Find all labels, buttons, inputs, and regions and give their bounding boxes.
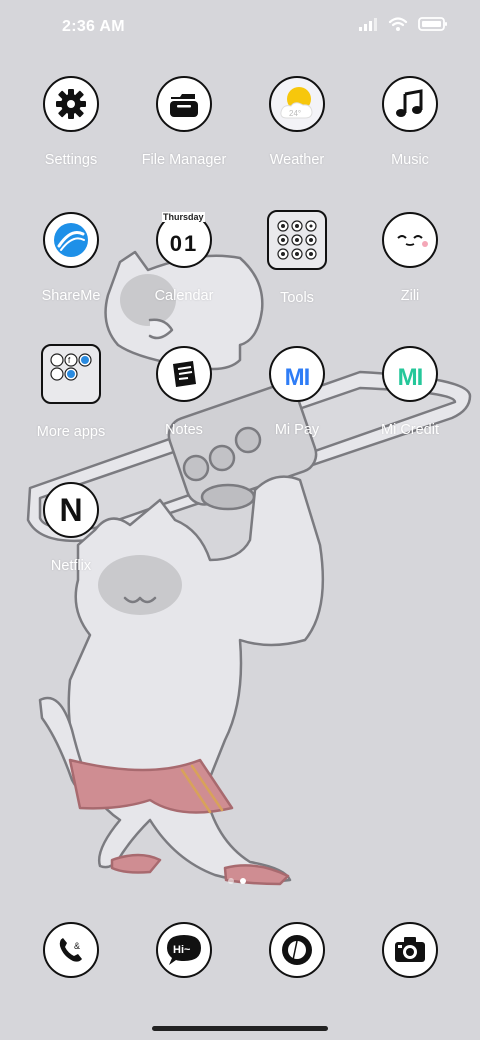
app-shareme[interactable]: ShareMe xyxy=(16,212,126,304)
dock: & Hi~ xyxy=(0,922,480,992)
shareme-icon xyxy=(43,212,99,268)
app-label: Weather xyxy=(269,152,325,168)
dock-phone[interactable]: & xyxy=(16,922,126,978)
app-label: Notes xyxy=(165,422,203,438)
calendar-date: 01 xyxy=(169,231,199,256)
app-zili[interactable]: Zili xyxy=(355,212,465,304)
settings-gear-icon xyxy=(43,76,99,132)
app-label: Netflix xyxy=(50,558,92,574)
more-apps-folder-icon: f xyxy=(41,344,101,404)
mi-credit-icon: MI xyxy=(382,346,438,402)
messages-icon: Hi~ xyxy=(156,922,212,978)
app-label: More apps xyxy=(36,424,106,440)
app-label: Tools xyxy=(280,290,314,306)
notes-icon xyxy=(156,346,212,402)
dock-browser[interactable] xyxy=(242,922,352,978)
home-indicator[interactable] xyxy=(152,1026,328,1031)
page-dot[interactable] xyxy=(228,878,234,884)
app-label: Settings xyxy=(44,152,98,168)
app-music[interactable]: Music xyxy=(355,76,465,168)
app-label: Mi Credit xyxy=(380,422,439,438)
music-note-icon xyxy=(382,76,438,132)
app-calendar[interactable]: Thursday 01 Calendar xyxy=(129,212,239,304)
app-label: Zili xyxy=(400,288,420,304)
app-grid: Settings File Manager 24° Weather Music … xyxy=(0,0,480,620)
app-label: Calendar xyxy=(154,288,214,304)
app-label: File Manager xyxy=(141,152,227,168)
mi-credit-mark: MI xyxy=(397,364,424,391)
file-manager-icon xyxy=(156,76,212,132)
camera-icon xyxy=(382,922,438,978)
browser-icon xyxy=(269,922,325,978)
app-weather[interactable]: 24° Weather xyxy=(242,76,352,168)
page-dot-active[interactable] xyxy=(240,878,246,884)
page-indicator xyxy=(228,878,246,884)
app-settings[interactable]: Settings xyxy=(16,76,126,168)
dock-messages[interactable]: Hi~ xyxy=(129,922,239,978)
messages-mark: Hi~ xyxy=(173,944,191,956)
phone-icon: & xyxy=(43,922,99,978)
app-more-apps[interactable]: f More apps xyxy=(16,344,126,440)
calendar-day-label: Thursday xyxy=(162,212,205,222)
app-tools[interactable]: Tools xyxy=(242,210,352,306)
mi-pay-icon: MI xyxy=(269,346,325,402)
tools-folder-icon xyxy=(267,210,327,270)
netflix-mark: N xyxy=(59,491,83,528)
svg-text:&: & xyxy=(74,941,80,951)
netflix-icon: N xyxy=(43,482,99,538)
app-file-manager[interactable]: File Manager xyxy=(129,76,239,168)
app-notes[interactable]: Notes xyxy=(129,346,239,438)
app-label: Music xyxy=(391,152,429,168)
app-label: ShareMe xyxy=(41,288,101,304)
app-label: Mi Pay xyxy=(274,422,320,438)
app-mi-pay[interactable]: MI Mi Pay xyxy=(242,346,352,438)
weather-temperature: 24° xyxy=(289,109,301,118)
weather-sun-cloud-icon: 24° xyxy=(269,76,325,132)
mi-pay-mark: MI xyxy=(284,364,311,391)
zili-face-icon xyxy=(382,212,438,268)
app-netflix[interactable]: N Netflix xyxy=(16,482,126,574)
calendar-icon: Thursday 01 xyxy=(156,212,212,268)
dock-camera[interactable] xyxy=(355,922,465,978)
app-mi-credit[interactable]: MI Mi Credit xyxy=(355,346,465,438)
